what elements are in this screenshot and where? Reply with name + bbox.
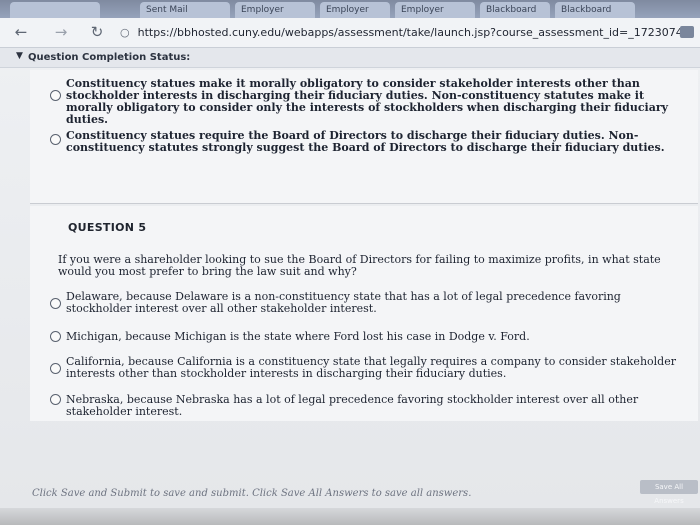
chevron-down-icon: ▼ xyxy=(16,51,23,61)
screen-bezel xyxy=(0,508,700,525)
address-bar[interactable]: ○ https://bbhosted.cuny.edu/webapps/asses… xyxy=(120,23,680,43)
url-text: https://bbhosted.cuny.edu/webapps/assess… xyxy=(137,26,680,39)
tab-label: Employer xyxy=(326,5,369,15)
tab-label: Employer xyxy=(241,5,284,15)
tab-label: Sent Mail xyxy=(146,5,188,15)
option-label: Michigan, because Michigan is the state … xyxy=(66,330,530,343)
answer-option-michigan[interactable]: Michigan, because Michigan is the state … xyxy=(50,330,678,343)
browser-tab[interactable]: Employer xyxy=(320,2,390,18)
answer-option-delaware[interactable]: Delaware, because Delaware is a non-cons… xyxy=(50,290,678,315)
save-all-answers-button[interactable]: Save All Answers xyxy=(640,480,698,505)
option-label: California, because California is a cons… xyxy=(66,355,676,380)
radio-button[interactable] xyxy=(50,298,61,309)
status-label: Question Completion Status: xyxy=(28,52,191,63)
back-arrow-icon[interactable]: ← xyxy=(12,23,30,41)
previous-question-panel: Constituency statues make it morally obl… xyxy=(30,70,698,204)
answer-option[interactable]: Constituency statues require the Board o… xyxy=(50,129,678,154)
question-title: QUESTION 5 xyxy=(68,221,147,234)
answer-option-nebraska[interactable]: Nebraska, because Nebraska has a lot of … xyxy=(50,393,678,418)
radio-button[interactable] xyxy=(50,394,61,405)
question-completion-status[interactable]: ▼ Question Completion Status: xyxy=(0,48,700,68)
question-5-panel: QUESTION 5 If you were a shareholder loo… xyxy=(30,206,698,421)
radio-button[interactable] xyxy=(50,90,61,101)
radio-button[interactable] xyxy=(50,363,61,374)
lock-icon: ○ xyxy=(120,26,130,39)
question-prompt: If you were a shareholder looking to sue… xyxy=(58,253,661,278)
submit-instructions: Click Save and Submit to save and submit… xyxy=(32,488,472,499)
assessment-page: ▼ Question Completion Status: Constituen… xyxy=(0,48,700,508)
tab-label: Blackboard xyxy=(561,5,612,15)
browser-tab[interactable]: Sent Mail xyxy=(140,2,230,18)
tab-label: Blackboard xyxy=(486,5,537,15)
option-label: Constituency statues make it morally obl… xyxy=(66,77,669,126)
browser-tab[interactable]: Employer xyxy=(235,2,315,18)
answer-option-california[interactable]: California, because California is a cons… xyxy=(50,355,678,380)
browser-toolbar: ← → ↻ ○ https://bbhosted.cuny.edu/webapps… xyxy=(0,18,700,48)
radio-button[interactable] xyxy=(50,331,61,342)
radio-button[interactable] xyxy=(50,134,61,145)
browser-tab[interactable]: Employer xyxy=(395,2,475,18)
answer-option[interactable]: Constituency statues make it morally obl… xyxy=(50,77,678,126)
option-label: Delaware, because Delaware is a non-cons… xyxy=(66,290,621,315)
browser-tab[interactable]: Blackboard xyxy=(480,2,550,18)
option-label: Nebraska, because Nebraska has a lot of … xyxy=(66,393,639,418)
reload-icon[interactable]: ↻ xyxy=(88,23,106,41)
tab-label: Employer xyxy=(401,5,444,15)
browser-tab[interactable]: Blackboard xyxy=(555,2,635,18)
option-label: Constituency statues require the Board o… xyxy=(66,129,665,154)
browser-tab[interactable] xyxy=(10,2,100,18)
tab-strip: Sent Mail Employer Employer Employer Bla… xyxy=(0,0,700,18)
forward-arrow-icon[interactable]: → xyxy=(52,23,70,41)
extension-icon[interactable] xyxy=(680,26,694,38)
